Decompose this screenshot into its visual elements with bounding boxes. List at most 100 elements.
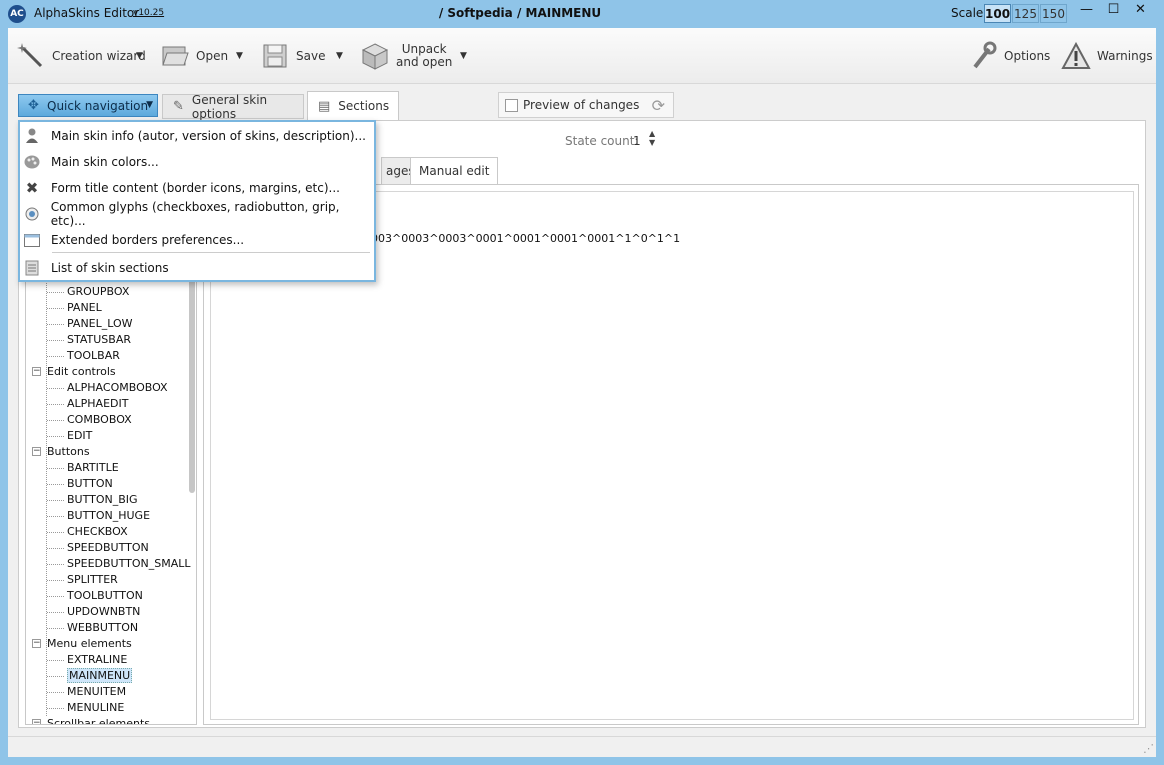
tree-collapse-icon[interactable]: −	[32, 639, 41, 648]
main-tabstrip: ✥ Quick navigation ▼ ✎ General skin opti…	[8, 85, 1156, 121]
tree-item-label: WEBBUTTON	[67, 621, 139, 634]
quick-navigation-button[interactable]: ✥ Quick navigation ▼	[18, 94, 158, 117]
tree-item[interactable]: BUTTON	[26, 476, 113, 492]
tree-collapse-icon[interactable]: −	[32, 719, 41, 724]
folder-open-icon	[160, 40, 190, 72]
unpack-label-line2: and open	[396, 55, 453, 69]
tree-item[interactable]: TOOLBAR	[26, 348, 120, 364]
tree-item-label: PANEL	[67, 301, 102, 314]
tree-connector	[47, 708, 64, 709]
refresh-icon[interactable]: ⟳	[652, 96, 665, 115]
tree-item[interactable]: ALPHAEDIT	[26, 396, 128, 412]
tree-connector	[47, 484, 64, 485]
tree-item[interactable]: WEBBUTTON	[26, 620, 138, 636]
menu-item-label: Common glyphs (checkboxes, radiobutton, …	[50, 200, 340, 228]
tree-item-label: SPEEDBUTTON	[67, 541, 149, 554]
tree-item-label: GROUPBOX	[67, 285, 130, 298]
radio-glyph-icon	[23, 206, 41, 222]
quick-navigation-label: Quick navigation	[47, 98, 149, 113]
menu-item-label: Extended borders preferences...	[51, 233, 245, 247]
tree-item-label: Edit controls	[47, 365, 116, 378]
state-count-spinner[interactable]: ▲ ▼	[649, 129, 655, 147]
tree-item[interactable]: PANEL_LOW	[26, 316, 133, 332]
creation-wizard-dropdown-icon[interactable]: ▼	[136, 51, 143, 61]
open-button[interactable]: Open	[160, 36, 228, 76]
subtab-manual-edit[interactable]: Manual edit	[410, 157, 499, 185]
tree-connector	[47, 548, 64, 549]
tree-item[interactable]: STATUSBAR	[26, 332, 131, 348]
options-button[interactable]: Options	[968, 36, 1050, 76]
tree-item-label: BUTTON_BIG	[67, 493, 138, 506]
tree-collapse-icon[interactable]: −	[32, 367, 41, 376]
scale-150-button[interactable]: 150	[1040, 4, 1067, 23]
tree-group[interactable]: Scrollbar elements	[26, 716, 150, 725]
menu-item-label: Main skin info (autor, version of skins,…	[51, 129, 366, 143]
minimize-button[interactable]: —	[1073, 1, 1100, 21]
scale-100-button[interactable]: 100	[984, 4, 1011, 23]
tree-item[interactable]: MAINMENU	[26, 668, 133, 684]
menu-item-extended-borders[interactable]: Extended borders preferences...	[20, 228, 374, 252]
tree-item-label: STATUSBAR	[67, 333, 131, 346]
warnings-button[interactable]: Warnings	[1061, 36, 1153, 76]
tree-item-label: MENUITEM	[67, 685, 127, 698]
menu-item-list-of-skin-sections[interactable]: List of skin sections	[20, 256, 374, 280]
tree-group[interactable]: Menu elements	[26, 636, 132, 652]
tree-item-label: MENULINE	[67, 701, 125, 714]
tree-item-label: BUTTON_HUGE	[67, 509, 151, 522]
tree-item-label: TOOLBUTTON	[67, 589, 143, 602]
tree-item[interactable]: UPDOWNBTN	[26, 604, 140, 620]
menu-item-main-skin-colors[interactable]: Main skin colors...	[20, 150, 374, 174]
palette-icon	[23, 154, 41, 170]
creation-wizard-button[interactable]: Creation wizard	[16, 36, 146, 76]
tree-collapse-icon[interactable]: −	[32, 447, 41, 456]
tree-item[interactable]: TOOLBUTTON	[26, 588, 143, 604]
navigation-compass-icon: ✥	[28, 98, 39, 113]
tab-general-skin-options[interactable]: ✎ General skin options	[162, 93, 304, 121]
warning-triangle-icon	[1061, 40, 1091, 72]
tree-item[interactable]: BUTTON_HUGE	[26, 508, 150, 524]
tree-item[interactable]: MENULINE	[26, 700, 124, 716]
tree-item[interactable]: MENUITEM	[26, 684, 126, 700]
tree-connector	[47, 292, 64, 293]
tree-item-label: EXTRALINE	[67, 653, 128, 666]
tree-item[interactable]: SPEEDBUTTON	[26, 540, 149, 556]
options-label: Options	[1004, 48, 1051, 63]
tree-item[interactable]: SPLITTER	[26, 572, 118, 588]
close-button[interactable]: ✕	[1127, 1, 1154, 21]
scale-label: Scale:	[951, 6, 988, 20]
menu-item-common-glyphs[interactable]: Common glyphs (checkboxes, radiobutton, …	[20, 200, 374, 228]
tree-item-label: MAINMENU	[67, 668, 133, 683]
tree-item[interactable]: BARTITLE	[26, 460, 119, 476]
tree-item-label: SPLITTER	[67, 573, 118, 586]
save-dropdown-icon[interactable]: ▼	[336, 51, 343, 61]
user-info-icon	[23, 128, 41, 144]
unpack-dropdown-icon[interactable]: ▼	[460, 51, 467, 61]
open-dropdown-icon[interactable]: ▼	[236, 51, 243, 61]
resize-grip-icon[interactable]: ⋰	[1143, 742, 1154, 755]
tree-item[interactable]: GROUPBOX	[26, 284, 129, 300]
tree-connector	[47, 692, 64, 693]
state-count-value[interactable]: 1	[633, 134, 641, 148]
tree-item[interactable]: COMBOBOX	[26, 412, 132, 428]
tree-item-label: Scrollbar elements	[47, 717, 150, 725]
tree-item[interactable]: BUTTON_BIG	[26, 492, 138, 508]
unpack-and-open-button[interactable]: Unpack and open	[360, 36, 452, 76]
chevron-down-icon: ▼	[146, 100, 153, 110]
tree-item[interactable]: EXTRALINE	[26, 652, 127, 668]
menu-item-form-title-content[interactable]: ✖ Form title content (border icons, marg…	[20, 176, 374, 200]
maximize-button[interactable]: ☐	[1100, 1, 1127, 21]
tree-connector	[47, 580, 64, 581]
magic-wand-icon	[16, 40, 46, 72]
save-label: Save	[296, 48, 326, 63]
menu-item-main-skin-info[interactable]: Main skin info (autor, version of skins,…	[20, 124, 374, 148]
preview-of-changes-checkbox[interactable]: Preview of changes ⟳	[498, 92, 674, 118]
tree-item-label: UPDOWNBTN	[67, 605, 141, 618]
tree-item[interactable]: CHECKBOX	[26, 524, 128, 540]
tree-connector	[47, 516, 64, 517]
tab-sections[interactable]: ▤ Sections	[307, 91, 399, 121]
document-title: / Softpedia / MAINMENU	[438, 6, 602, 20]
save-button[interactable]: Save	[260, 36, 325, 76]
scale-125-button[interactable]: 125	[1012, 4, 1039, 23]
floppy-disk-icon	[260, 40, 290, 72]
preview-checkbox-box[interactable]	[505, 98, 518, 112]
